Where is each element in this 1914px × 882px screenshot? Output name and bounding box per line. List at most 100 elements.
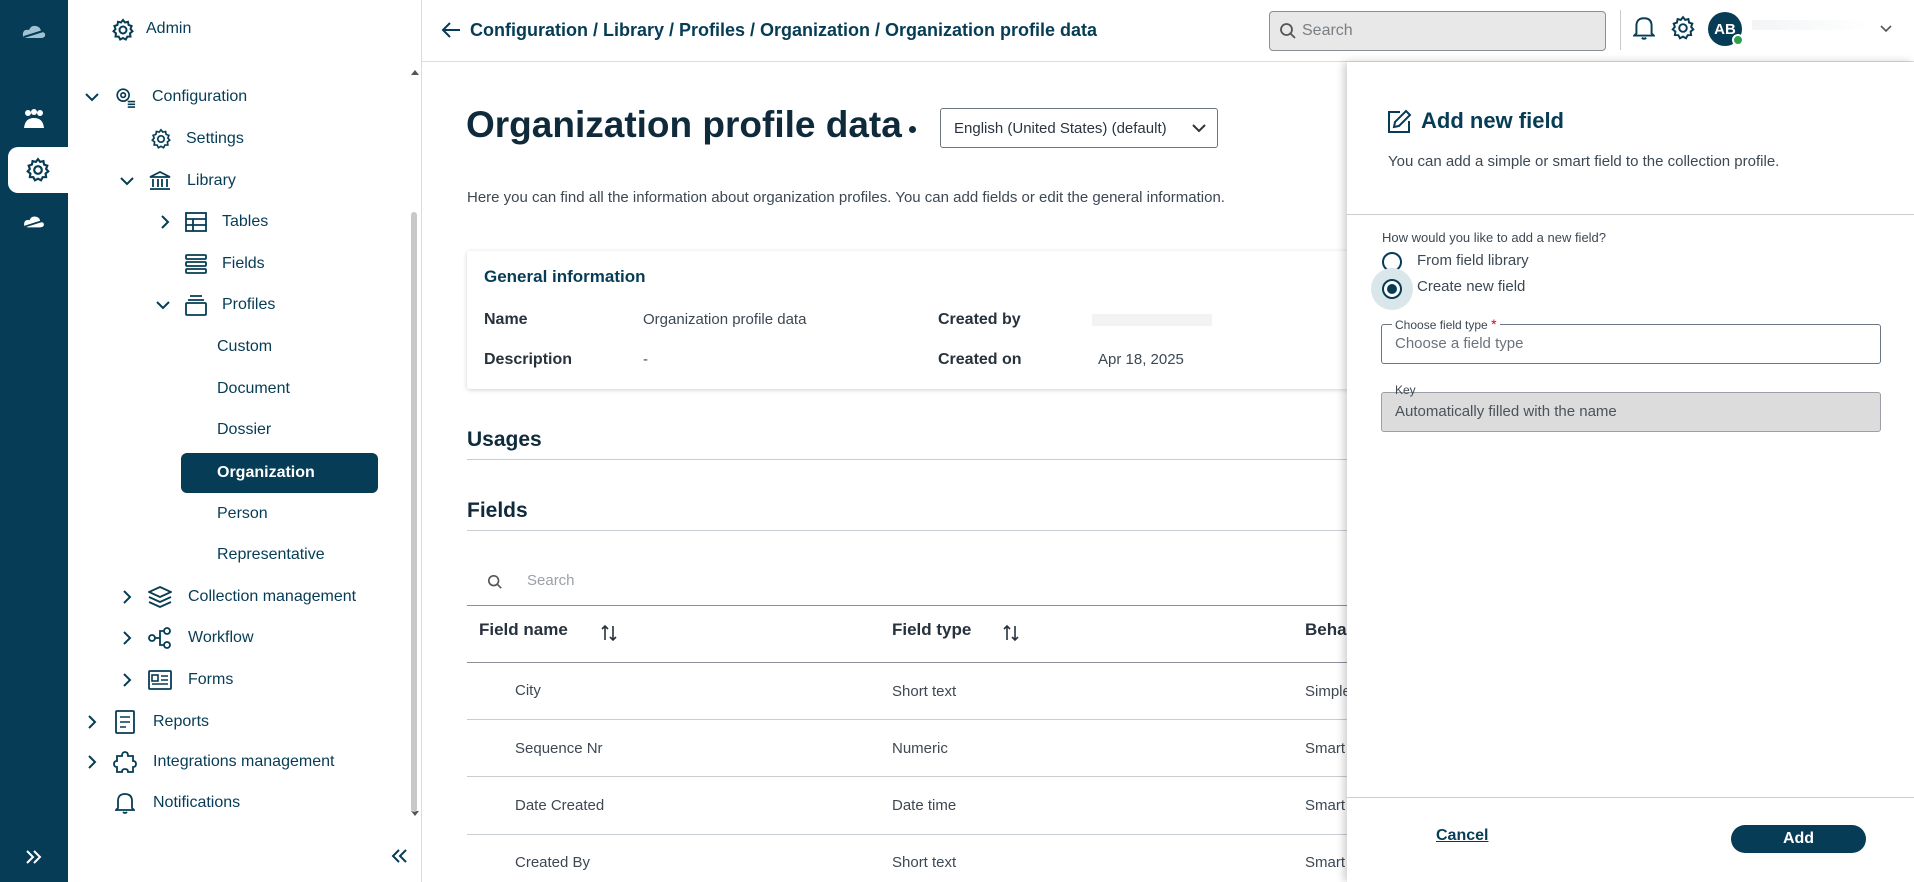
cell-behavior: Smart [1305, 740, 1346, 757]
language-select-value: English (United States) (default) [954, 119, 1167, 137]
sidebar-item-profiles[interactable]: Profiles [153, 289, 393, 321]
column-header-behavior[interactable]: Beha [1305, 620, 1347, 640]
sidebar-item-workflow[interactable]: Workflow [117, 622, 407, 654]
sidebar-item-tables[interactable]: Tables [155, 206, 395, 238]
cloud-logo-icon[interactable] [0, 9, 68, 55]
admin-title: Admin [146, 20, 192, 37]
sidebar-item-label: Organization [217, 464, 315, 481]
sidebar-item-collection-management[interactable]: Collection management [117, 581, 407, 613]
sidebar-item-label: Document [217, 380, 290, 397]
sidebar-item-label: Person [217, 505, 268, 522]
cloud-icon[interactable] [0, 199, 68, 245]
general-information-card: General information Name Organization pr… [467, 251, 1367, 389]
cell-field-type: Numeric [892, 740, 948, 757]
sidebar-item-label: Library [187, 172, 236, 189]
sort-icon[interactable] [1002, 624, 1020, 647]
created-by-label: Created by [938, 311, 1021, 328]
people-icon[interactable] [0, 96, 68, 142]
chevron-right-icon [117, 587, 137, 607]
field-type-select[interactable]: Choose field type * Choose a field type [1381, 316, 1881, 364]
name-value: Organization profile data [643, 311, 807, 328]
chevron-down-icon [1192, 124, 1206, 133]
gear-icon [110, 17, 136, 43]
intro-text: Here you can find all the information ab… [467, 189, 1225, 206]
cell-field-name: City [515, 682, 541, 699]
search-icon [487, 574, 502, 589]
radio-create-new-field[interactable] [1382, 279, 1402, 299]
fields-divider [467, 530, 1367, 531]
online-status-badge [1732, 34, 1744, 46]
drawer-footer-divider [1347, 797, 1914, 798]
drawer-title: Add new field [1421, 108, 1564, 133]
column-header-field-name[interactable]: Field name [479, 620, 568, 640]
fields-search-placeholder: Search [527, 572, 575, 589]
sort-icon[interactable] [600, 624, 618, 647]
library-icon [147, 168, 173, 194]
cell-field-type: Short text [892, 683, 957, 700]
chevron-down-icon [117, 171, 137, 191]
fields-heading: Fields [467, 499, 528, 522]
expand-rail-icon[interactable] [0, 834, 68, 880]
key-field: Key Automatically filled with the name [1381, 383, 1881, 432]
add-button[interactable]: Add [1731, 825, 1866, 853]
cell-field-name: Created By [515, 854, 591, 871]
table-icon [183, 209, 209, 235]
admin-settings-icon[interactable] [8, 147, 68, 193]
settings-list-icon [112, 84, 138, 110]
cell-field-type: Short text [892, 854, 957, 871]
fields-icon [183, 251, 209, 277]
key-label: Key [1395, 383, 1416, 397]
sidebar-item-label: Tables [222, 213, 269, 230]
sidebar-item-label: Configuration [152, 88, 248, 105]
sidebar-scroll-thumb[interactable] [411, 212, 417, 812]
chevron-right-icon [117, 670, 137, 690]
sidebar-item-settings[interactable]: Settings [148, 123, 398, 155]
cell-behavior: Smart [1305, 797, 1346, 814]
sidebar-item-label: Workflow [188, 629, 254, 646]
sidebar-item-integrations-management[interactable]: Integrations management [82, 746, 402, 778]
chevron-right-icon [82, 752, 102, 772]
chevron-down-icon [153, 295, 173, 315]
field-type-label: Choose field type * [1392, 316, 1500, 332]
cell-field-type: Date time [892, 797, 957, 814]
back-arrow-icon[interactable] [441, 21, 461, 44]
breadcrumb[interactable]: Configuration / Library / Profiles / Org… [470, 20, 1097, 41]
app-rail [0, 0, 68, 882]
radio-from-field-library-label[interactable]: From field library [1417, 252, 1529, 269]
sidebar-item-forms[interactable]: Forms [117, 664, 407, 696]
drawer-subtitle: You can add a simple or smart field to t… [1388, 153, 1780, 170]
chevron-down-icon[interactable] [1880, 20, 1892, 38]
field-type-placeholder: Choose a field type [1395, 335, 1524, 352]
chevron-right-icon [117, 628, 137, 648]
fields-search-input[interactable]: Search [467, 554, 1367, 606]
sidebar-item-label: Reports [153, 713, 210, 730]
cancel-button[interactable]: Cancel [1436, 827, 1488, 845]
description-label: Description [484, 351, 573, 368]
row-divider [467, 776, 1367, 777]
column-header-field-type[interactable]: Field type [892, 620, 971, 640]
gear-icon[interactable] [1670, 15, 1696, 46]
usages-divider [467, 459, 1367, 460]
header-divider [1620, 10, 1621, 50]
sidebar-item-library[interactable]: Library [117, 165, 397, 197]
sidebar-item-label: Custom [217, 338, 273, 355]
page-title: Organization profile data [466, 104, 902, 145]
sidebar-item-notifications[interactable]: Notifications [112, 787, 402, 819]
collapse-sidebar-icon[interactable] [390, 848, 408, 869]
language-select[interactable]: English (United States) (default) [940, 108, 1218, 148]
bell-icon[interactable] [1631, 15, 1657, 46]
global-search-input[interactable]: Search [1269, 11, 1606, 51]
key-value: Automatically filled with the name [1395, 403, 1617, 420]
sidebar-item-configuration[interactable]: Configuration [82, 81, 402, 113]
sidebar-item-fields[interactable]: Fields [183, 248, 393, 280]
required-asterisk: * [1491, 316, 1497, 332]
sidebar-item-reports[interactable]: Reports [82, 706, 402, 738]
forms-icon [147, 667, 173, 693]
radio-create-new-field-label[interactable]: Create new field [1417, 278, 1525, 295]
created-by-redacted [1092, 314, 1212, 326]
general-information-heading: General information [484, 267, 646, 286]
cell-field-name: Date Created [515, 797, 605, 814]
global-search-placeholder: Search [1302, 22, 1353, 39]
description-value: - [643, 351, 648, 368]
add-field-drawer [1347, 62, 1914, 882]
